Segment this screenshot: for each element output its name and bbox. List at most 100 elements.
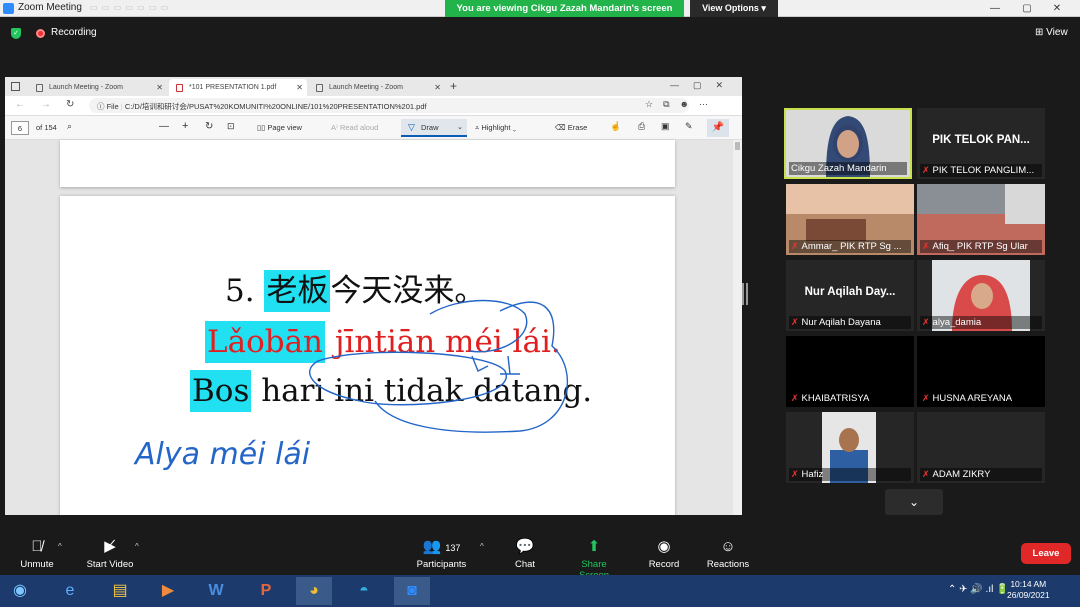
pdf-scrollbar[interactable] — [733, 140, 742, 515]
view-button[interactable]: ⊞ View — [1035, 27, 1068, 38]
edge-icon[interactable]: ◓ — [346, 577, 382, 605]
file-label: File — [106, 102, 119, 111]
print-icon[interactable]: ⎙ — [638, 121, 645, 132]
view-options-button[interactable]: View Options ▾ — [690, 0, 778, 17]
save-icon[interactable]: ▣ — [661, 121, 670, 132]
pen-icon: ▽ — [408, 122, 415, 132]
word-icon[interactable]: W — [198, 577, 234, 605]
tile-name: Cikgu Zazah Mandarin — [789, 162, 907, 175]
minimize-button[interactable]: — — [984, 0, 1006, 17]
tab-launch-meeting-2[interactable]: Launch Meeting - Zoom ✕ — [309, 79, 445, 96]
video-options-caret[interactable]: ^ — [135, 542, 139, 551]
draw-button[interactable]: ▽ Draw ⌄ — [401, 119, 467, 137]
chevron-down-icon[interactable]: ⌄ — [457, 123, 463, 131]
start-video-label: Start Video — [86, 559, 134, 570]
reactions-button[interactable]: ☺ Reactions — [706, 538, 750, 570]
audio-options-caret[interactable]: ^ — [58, 542, 62, 551]
zoom-taskbar-icon[interactable]: ◙ — [394, 577, 430, 605]
video-tile[interactable]: ✗ Hafiz — [786, 412, 914, 483]
new-tab-icon[interactable]: + — [450, 79, 457, 93]
video-tile[interactable]: Nur Aqilah Day... ✗ Nur Aqilah Dayana — [786, 260, 914, 331]
record-button[interactable]: ◉ Record — [648, 538, 680, 570]
leave-button[interactable]: Leave — [1021, 543, 1071, 564]
fit-page-icon[interactable]: ⊡ — [227, 121, 235, 132]
muted-mic-icon: ✗ — [922, 165, 930, 175]
file-explorer-icon[interactable]: ▤ — [102, 577, 138, 605]
internet-explorer-icon[interactable]: e — [52, 577, 88, 605]
tile-name: ✗ HUSNA AREYANA — [920, 392, 1042, 405]
video-tile[interactable]: PIK TELOK PAN... ✗ PIK TELOK PANGLIM... — [917, 108, 1045, 179]
close-tab-icon[interactable]: ✕ — [434, 83, 441, 92]
browser-window-controls[interactable]: —▢✕ — [670, 80, 737, 91]
close-tab-icon[interactable]: ✕ — [296, 83, 303, 92]
unmute-button[interactable]: 🎙̸ Unmute — [16, 538, 58, 570]
back-icon[interactable]: ← — [15, 99, 25, 110]
browser-actions[interactable]: ☆⧉☻⋯ — [645, 99, 718, 110]
media-player-icon[interactable]: ▶ — [150, 577, 186, 605]
background-tabs: ▭ ▭ ▭ ▭ ▭ ▭ ▭ — [90, 3, 170, 12]
start-video-button[interactable]: ▶̸ Start Video — [84, 538, 136, 570]
rotate-icon[interactable]: ↻ — [205, 121, 213, 132]
info-icon: ⓘ — [97, 102, 105, 111]
record-label: Record — [648, 559, 680, 570]
muted-mic-icon: ✗ — [922, 469, 930, 479]
gallery-next-page-button[interactable]: ⌄ — [885, 489, 943, 515]
tab-pdf[interactable]: *101 PRESENTATION 1.pdf ✕ — [169, 79, 307, 96]
system-tray[interactable]: ⌃ ✈ 🔊 .ıl 🔋 — [948, 584, 1009, 595]
book-icon: ▯▯ — [257, 123, 266, 132]
chrome-icon[interactable]: ◕ — [296, 577, 332, 605]
page-count: of 154 — [36, 123, 57, 132]
share-screen-icon: ⬆ — [587, 538, 601, 555]
tile-name: ✗ PIK TELOK PANGLIM... — [920, 164, 1042, 177]
page-icon — [36, 84, 43, 92]
tab-launch-meeting-1[interactable]: Launch Meeting - Zoom ✕ — [29, 79, 167, 96]
video-tile[interactable]: ✗ KHAIBATRISYA — [786, 336, 914, 407]
page-icon — [316, 84, 323, 92]
highlighter-icon: ⩡ — [475, 123, 480, 132]
touch-icon[interactable]: ☝ — [610, 121, 621, 132]
video-tile[interactable]: ✗ Ammar_ PIK RTP Sg ... — [786, 184, 914, 255]
pdf-icon — [176, 84, 183, 92]
erase-button[interactable]: ⌫ Erase — [555, 123, 587, 132]
powerpoint-icon[interactable]: P — [248, 577, 284, 605]
tab-actions-icon[interactable] — [11, 82, 20, 91]
current-page[interactable]: 5. 老板今天没来。 Lǎobān jīntiān méi lái. Bos h… — [60, 196, 675, 515]
page-number-input[interactable]: 6 — [11, 121, 29, 135]
recording-label: Recording — [51, 27, 97, 38]
splitter-handle[interactable] — [742, 283, 748, 305]
chat-button[interactable]: 💬 Chat — [510, 538, 540, 570]
video-tile[interactable]: ✗ alya_damia — [917, 260, 1045, 331]
tile-name: ✗ Afiq_ PIK RTP Sg Ular — [920, 240, 1042, 253]
save-as-icon[interactable]: ✎ — [685, 121, 693, 132]
video-tile[interactable]: ✗ HUSNA AREYANA — [917, 336, 1045, 407]
muted-mic-icon: ✗ — [922, 393, 930, 403]
tile-center-name: Nur Aqilah Day... — [804, 286, 896, 298]
tab-label: Launch Meeting - Zoom — [329, 84, 403, 91]
video-tile-host[interactable]: Cikgu Zazah Mandarin — [784, 108, 912, 179]
close-tab-icon[interactable]: ✕ — [156, 83, 163, 92]
clock[interactable]: 10:14 AM 26/09/2021 — [1007, 579, 1050, 601]
zoom-in-icon[interactable]: + — [182, 120, 188, 132]
scroll-thumb[interactable] — [735, 142, 740, 150]
forward-icon[interactable]: → — [41, 99, 51, 110]
participants-button[interactable]: 👥 137 Participants — [414, 538, 469, 570]
handwritten-note: Alya méi lái — [133, 437, 311, 472]
pin-icon[interactable]: 📌 — [707, 119, 729, 137]
video-tile[interactable]: ✗ Afiq_ PIK RTP Sg Ular — [917, 184, 1045, 255]
url-field[interactable]: ⓘ File | C:/D/培训和研讨会/PUSAT%20KOMUNITI%20… — [89, 98, 689, 113]
start-button-icon[interactable]: ◉ — [2, 577, 38, 605]
security-shield-icon[interactable]: ✓ — [11, 28, 21, 39]
maximize-button[interactable]: ▢ — [1016, 0, 1038, 17]
participants-caret[interactable]: ^ — [480, 542, 484, 551]
participants-icon: 👥 137 — [422, 538, 461, 555]
page-view-button[interactable]: ▯▯ Page view — [257, 123, 302, 132]
ink-annotations: Alya méi lái — [133, 299, 568, 472]
zoom-out-icon[interactable]: — — [159, 121, 169, 132]
highlight-button[interactable]: ⩡ Highlight ⌄ — [475, 123, 516, 133]
refresh-icon[interactable]: ↻ — [66, 99, 74, 110]
close-button[interactable]: ✕ — [1046, 0, 1068, 17]
video-tile[interactable]: ✗ ADAM ZIKRY — [917, 412, 1045, 483]
search-icon[interactable]: ⌕ — [67, 121, 72, 132]
read-aloud-button[interactable]: A⁾ Read aloud — [331, 123, 378, 132]
highlight-label: Highlight — [481, 123, 511, 132]
